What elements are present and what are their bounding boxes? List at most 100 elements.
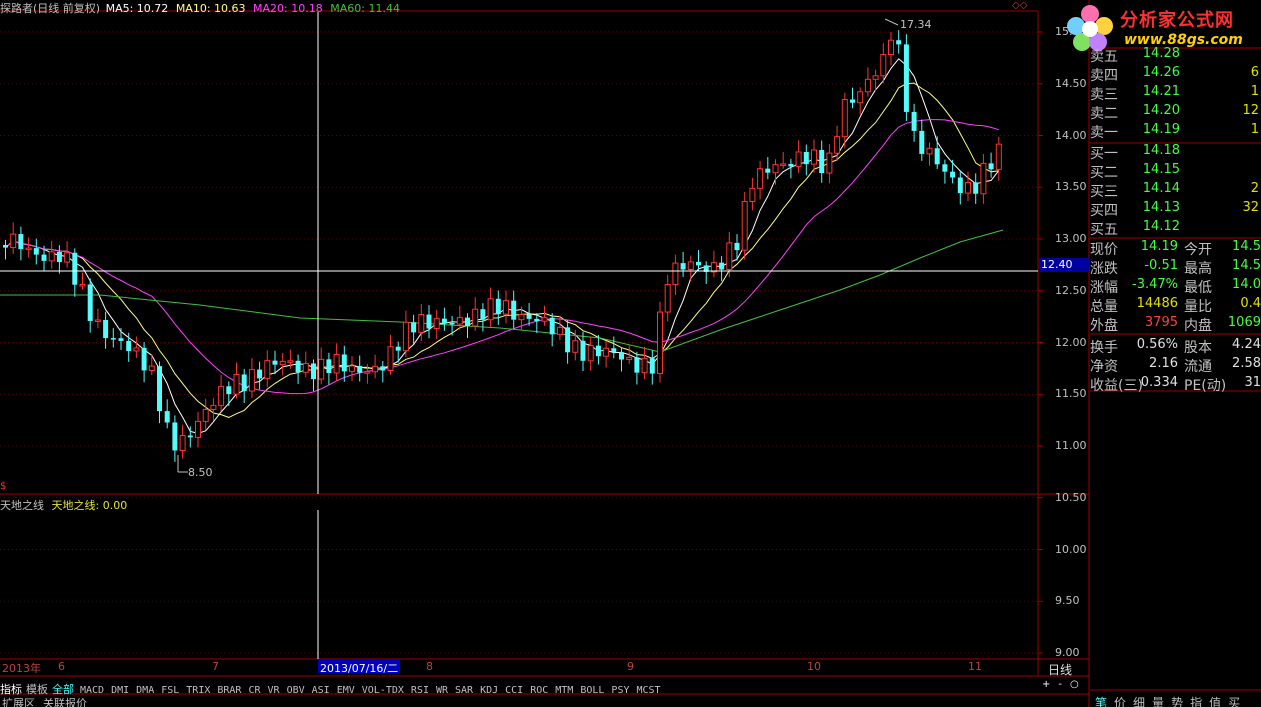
quote-row: 收益(三) 0.334 PE(动) 31 [1090, 375, 1261, 394]
candle-body [526, 314, 532, 319]
window-controls-icon[interactable]: ◇◇ [1012, 0, 1027, 11]
candle-body [780, 163, 787, 166]
candle-body [734, 242, 740, 251]
tab-sar[interactable]: SAR [455, 685, 473, 696]
quote-row: 总量 14486 量比 0.4 [1090, 296, 1261, 315]
candle-body [980, 162, 987, 195]
tab-emv[interactable]: EMV [337, 685, 355, 696]
candle-body [349, 365, 355, 372]
buy-row[interactable]: 买二 14.15 [1090, 162, 1261, 181]
candle-body [472, 308, 479, 327]
quote-value: 14.19 [1140, 239, 1178, 254]
tab-mcst[interactable]: MCST [636, 685, 660, 696]
sell-row[interactable]: 卖五 14.28 [1090, 46, 1261, 65]
buy-row[interactable]: 买五 14.12 [1090, 219, 1261, 238]
quote-row: 外盘 3795 内盘 1069 [1090, 315, 1261, 334]
sell-row[interactable]: 卖一 14.19 1 [1090, 122, 1261, 141]
quote-value: 14486 [1136, 296, 1178, 311]
tab-fsl[interactable]: FSL [161, 685, 179, 696]
candle-body [934, 148, 940, 165]
ma5-label: MA5: 10.72 [105, 2, 169, 15]
related-quote-button[interactable]: 关联报价 [43, 697, 87, 707]
tab-index[interactable]: 指 [1190, 696, 1202, 707]
period-label[interactable]: 日线 [1048, 661, 1072, 678]
sell-row[interactable]: 卖四 14.26 6 [1090, 65, 1261, 84]
candle-body [202, 408, 209, 422]
zoom-out-button[interactable]: - [1058, 679, 1062, 690]
tab-dmi[interactable]: DMI [111, 685, 129, 696]
tab-roc[interactable]: ROC [530, 685, 548, 696]
x-label-10: 10 [807, 660, 821, 673]
candle-body [511, 300, 517, 320]
x-label-8: 8 [426, 660, 433, 673]
x-label-6: 6 [58, 660, 65, 673]
buy-row[interactable]: 买三 14.14 2 [1090, 181, 1261, 200]
ma5-line [5, 58, 1000, 434]
tab-trix[interactable]: TRIX [186, 685, 210, 696]
sell-row[interactable]: 卖三 14.21 1 [1090, 84, 1261, 103]
tab-vr[interactable]: VR [268, 685, 280, 696]
candle-body [765, 168, 771, 173]
candle-body [580, 340, 586, 361]
candle-body [687, 261, 694, 271]
zoom-in-button[interactable]: + [1042, 679, 1050, 690]
tab-psy[interactable]: PSY [611, 685, 629, 696]
buy-row[interactable]: 买一 14.18 [1090, 143, 1261, 162]
candle-body [248, 369, 255, 392]
tab-trend[interactable]: 势 [1171, 696, 1183, 707]
candle-body [957, 177, 963, 194]
candle-body [449, 322, 455, 325]
tab-bi[interactable]: 笔 [1095, 696, 1107, 707]
expand-area-button[interactable]: 扩展区 [2, 697, 35, 707]
tab-buy[interactable]: 买 [1228, 696, 1240, 707]
quote-label-2: 流通 [1184, 359, 1212, 375]
sell-row[interactable]: 卖二 14.20 12 [1090, 103, 1261, 122]
tab-dma[interactable]: DMA [136, 685, 154, 696]
zoom-reset-button[interactable]: ○ [1070, 679, 1079, 690]
candle-body [287, 360, 294, 363]
tab-obv[interactable]: OBV [287, 685, 305, 696]
candle-body [272, 360, 278, 365]
tab-mtm[interactable]: MTM [555, 685, 573, 696]
quote-value-2: 2.58 [1232, 356, 1261, 371]
tab-brar[interactable]: BRAR [217, 685, 241, 696]
tab-wr[interactable]: WR [436, 685, 448, 696]
candle-body [233, 373, 240, 395]
buy-volume: 32 [1242, 200, 1259, 215]
y-label: 9.50 [1055, 594, 1080, 608]
candle-body [257, 369, 263, 379]
candle-body [965, 181, 971, 194]
tab-detail[interactable]: 细 [1133, 696, 1145, 707]
candle-body [133, 347, 140, 352]
tab-kdj[interactable]: KDJ [480, 685, 498, 696]
candle-body [426, 314, 432, 329]
candle-body [126, 340, 132, 351]
quote-label-2: 最低 [1184, 280, 1212, 296]
tab-boll[interactable]: BOLL [580, 685, 604, 696]
candle-body [611, 348, 617, 353]
tab-cr[interactable]: CR [248, 685, 260, 696]
stock-title: 探路者(日线 前复权) [0, 2, 101, 15]
tab-rsi[interactable]: RSI [411, 685, 429, 696]
candle-body [341, 354, 347, 372]
sell-price: 14.19 [1142, 122, 1180, 137]
tab-asi[interactable]: ASI [312, 685, 330, 696]
tab-vol-tdx[interactable]: VOL-TDX [362, 685, 404, 696]
tab-volume[interactable]: 量 [1152, 696, 1164, 707]
quote-label-2: 股本 [1184, 340, 1212, 356]
buy-row[interactable]: 买四 14.13 32 [1090, 200, 1261, 219]
candle-body [911, 111, 917, 131]
candle-body [218, 385, 225, 406]
ma60-label: MA60: 11.44 [330, 2, 400, 15]
tab-cci[interactable]: CCI [505, 685, 523, 696]
candle-body [141, 347, 147, 371]
candle-body [64, 252, 71, 263]
candle-body [157, 366, 162, 412]
tab-value[interactable]: 值 [1209, 696, 1221, 707]
quote-value: 0.56% [1136, 337, 1178, 352]
quote-label-2: 量比 [1184, 299, 1212, 315]
y-label: 11.50 [1055, 387, 1087, 401]
candle-body [302, 362, 309, 373]
tab-price[interactable]: 价 [1114, 696, 1126, 707]
candlesticks [3, 30, 1002, 462]
